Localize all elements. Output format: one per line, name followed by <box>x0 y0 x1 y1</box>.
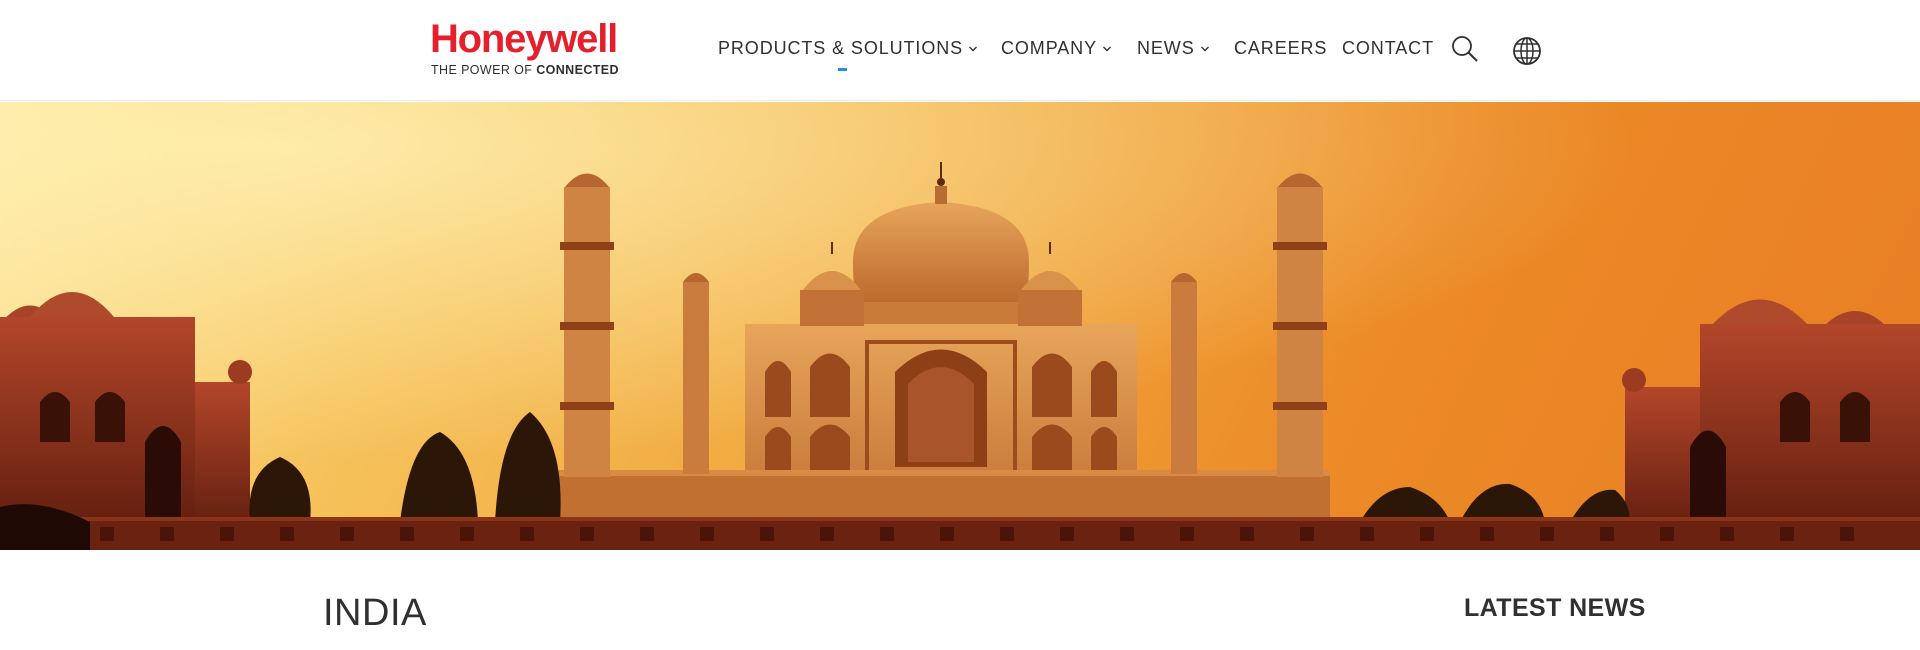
nav-label: CONTACT <box>1342 38 1434 58</box>
taj-mahal-image <box>0 102 1920 550</box>
chevron-down-icon <box>969 46 978 51</box>
hero-banner <box>0 102 1920 550</box>
nav-label: COMPANY <box>1001 38 1097 58</box>
chevron-down-icon <box>1102 46 1111 51</box>
nav-label: CAREERS <box>1234 38 1328 58</box>
nav-contact[interactable]: CONTACT <box>1342 38 1434 59</box>
latest-news-heading: LATEST NEWS <box>1464 594 1646 622</box>
nav-products-solutions[interactable]: PRODUCTS & SOLUTIONS <box>718 38 978 59</box>
honeywell-logo[interactable]: Honeywell THE POWER OF CONNECTED <box>430 18 630 80</box>
globe-icon <box>1513 37 1541 65</box>
search-button[interactable] <box>1450 34 1480 64</box>
chevron-down-icon <box>1200 46 1209 51</box>
nav-label: NEWS <box>1137 38 1195 58</box>
nav-label: PRODUCTS & SOLUTIONS <box>718 38 964 58</box>
search-icon <box>1452 36 1478 62</box>
nav-news[interactable]: NEWS <box>1137 38 1210 59</box>
active-nav-indicator <box>838 68 847 71</box>
nav-company[interactable]: COMPANY <box>1001 38 1112 59</box>
tagline-prefix: THE POWER OF <box>431 63 533 77</box>
language-button[interactable] <box>1512 36 1542 66</box>
logo-wordmark: Honeywell <box>430 17 618 61</box>
logo-tagline: THE POWER OF CONNECTED <box>431 63 619 77</box>
site-header: Honeywell THE POWER OF CONNECTED PRODUCT… <box>0 0 1920 101</box>
nav-careers[interactable]: CAREERS <box>1234 38 1327 59</box>
page-title: INDIA <box>323 592 427 634</box>
tagline-bold: CONNECTED <box>536 63 619 77</box>
